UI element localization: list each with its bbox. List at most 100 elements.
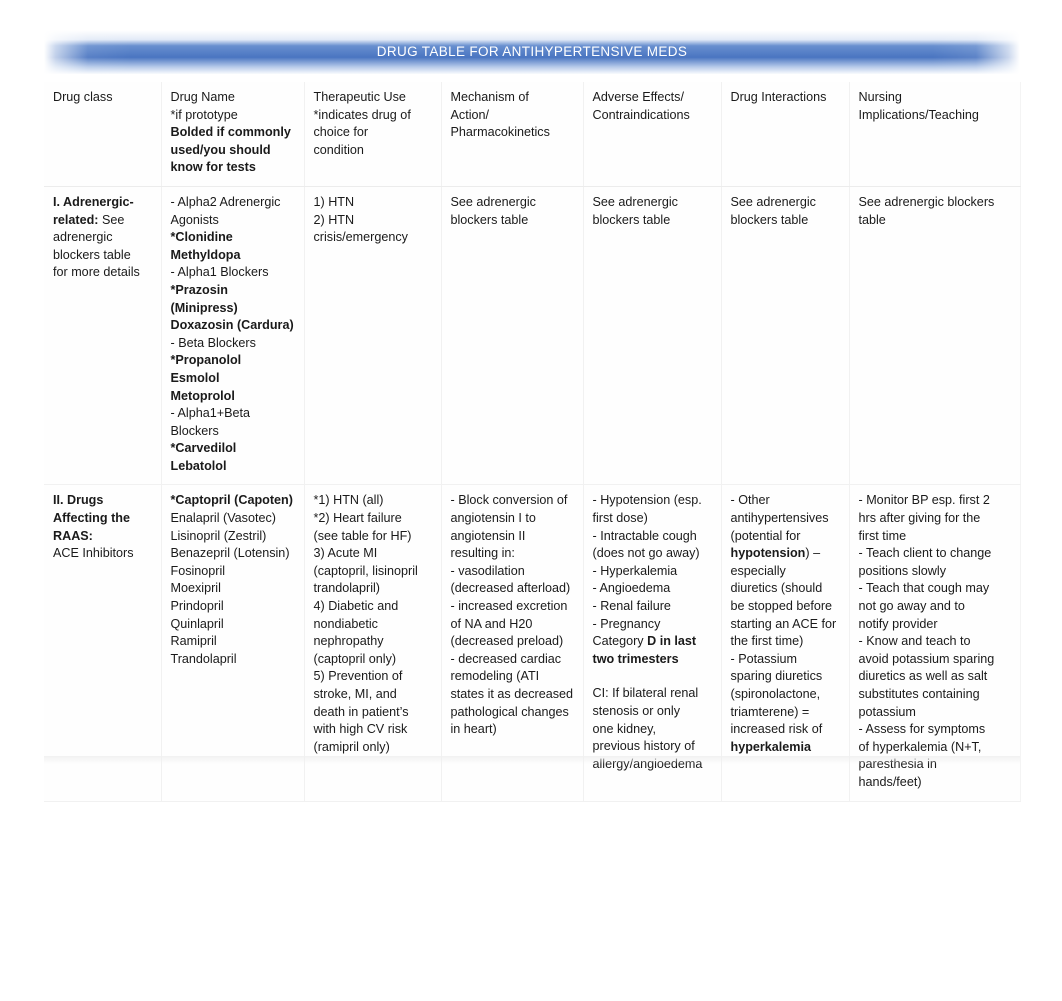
cell-text-line: increased risk of (730, 722, 823, 737)
cell-text-line: in heart) (450, 722, 497, 737)
cell-text-line: Ramipril (170, 634, 217, 649)
cell-text-line: previous history of (592, 739, 695, 754)
table-row: II. Drugs Affecting the RAAS: ACE Inhibitor… (44, 484, 1021, 802)
column-header-drug-interactions: Drug Interactions (721, 82, 850, 187)
cell-text-line: of hyperkalemia (N+T, (858, 739, 982, 754)
cell-text-line: - Angioedema (592, 581, 671, 596)
cell-text-line: blockers table (730, 212, 809, 227)
cell-text-line: of NA and H20 (450, 616, 533, 631)
cell-text-line: Quinlapril (170, 616, 224, 631)
cell-text-line: especially (730, 563, 786, 578)
cell-raas-drugs: *Captopril (Capoten) Enalapril (Vasotec) L… (161, 484, 305, 802)
cell-text-line: I. Adrenergic- (53, 194, 134, 209)
column-header-therapeutic-use: Therapeutic Use *indicates drug of choice … (304, 82, 442, 187)
cell-text-line: Drug Interactions (730, 90, 827, 104)
cell-raas-moa: - Block conversion of angiotensin I to ang… (441, 484, 584, 802)
cell-text-line: ACE Inhibitors (53, 546, 134, 561)
cell-text-line: Adverse Effects/ (592, 90, 684, 104)
cell-text-line: Moexipril (170, 581, 221, 596)
cell-raas-class: II. Drugs Affecting the RAAS: ACE Inhibitor… (44, 484, 162, 802)
cell-text-line: adrenergic (53, 230, 113, 245)
cell-text-line: (captopril, lisinopril (313, 563, 418, 578)
cell-text-line: one kidney, (592, 721, 656, 736)
cell-text-line: Trandolapril (170, 651, 237, 666)
cell-text-line: *if prototype (170, 107, 238, 122)
cell-adrenergic-use: 1) HTN 2) HTN crisis/emergency (304, 185, 442, 486)
cell-adrenergic-drugs: - Alpha2 Adrenergic Agonists *Clonidine Met… (161, 185, 305, 486)
cell-text-line: *2) Heart failure (313, 511, 402, 526)
column-header-adverse-effects: Adverse Effects/Contraindications (583, 82, 722, 187)
cell-text-line: - Assess for symptoms (858, 722, 986, 737)
cell-text-line: Implications/Teaching (858, 107, 979, 122)
cell-text-line: triamterene) = (730, 704, 810, 719)
cell-text-line: Drug class (53, 90, 113, 104)
cell-text-line: avoid potassium sparing (858, 651, 995, 666)
cell-text-line: death in patient’s (313, 704, 409, 719)
cell-text-line: substitutes containing (858, 687, 980, 701)
cell-text-line: - increased excretion (450, 599, 568, 614)
cell-text-line: Esmolol (170, 370, 220, 385)
cell-text-line: (captopril only) (313, 651, 397, 666)
cell-text-line: See adrenergic (592, 194, 678, 209)
cell-text-line: the first time) (730, 634, 804, 649)
cell-text-line: - Beta Blockers (170, 335, 256, 350)
document-banner: DRUG TABLE FOR ANTIHYPERTENSIVE MEDS (44, 30, 1020, 74)
cell-text-line: II. Drugs (53, 493, 104, 508)
cell-text-line: - vasodilation (450, 563, 525, 578)
cell-text-line: positions slowly (858, 563, 947, 578)
cell-text-line: Contraindications (592, 107, 690, 122)
cell-text-line: Metoprolol (170, 388, 235, 403)
cell-adrenergic-interactions: See adrenergic blockers table (721, 185, 850, 486)
cell-text-line: hrs after giving for the (858, 511, 981, 526)
cell-text-line: Pharmacokinetics (450, 125, 550, 140)
document-page: DRUG TABLE FOR ANTIHYPERTENSIVE MEDS Dru… (0, 0, 1062, 1001)
cell-text-line: - Alpha2 Adrenergic (170, 194, 281, 209)
cell-text-line: *Prazosin (Minipress) (170, 282, 238, 315)
column-header-drug-name: Drug Name *if prototype Bolded if commonly… (161, 82, 305, 187)
cell-text-line: nondiabetic (313, 616, 378, 631)
table-bottom-edge (44, 756, 1020, 764)
cell-text-run: See (98, 212, 125, 227)
cell-adrenergic-adverse: See adrenergic blockers table (583, 185, 722, 486)
cell-text-line: - Hypotension (esp. (592, 493, 702, 508)
cell-text-line: diuretics as well as salt (858, 669, 988, 684)
cell-text-line: Blockers (170, 423, 219, 438)
cell-text-run: related: (53, 212, 99, 227)
table-row: I. Adrenergic-related: See adrenergic bloc… (44, 185, 1021, 486)
cell-text-line: know for tests (170, 160, 256, 175)
cell-text-line: - Renal failure (592, 599, 671, 614)
cell-text-line: *Carvedilol (170, 441, 237, 456)
cell-text-line: table (858, 212, 886, 227)
cell-text-line: hands/feet) (858, 774, 922, 789)
cell-text-line: remodeling (ATI (450, 669, 540, 684)
cell-text-line: related: See (53, 212, 152, 230)
cell-text-line: - Block conversion of (450, 493, 568, 508)
cell-text-line: antihypertensives (730, 511, 829, 526)
cell-text-line: (see table for HF) (313, 528, 412, 543)
cell-text-line: starting an ACE for (730, 616, 837, 631)
cell-text-line: - decreased cardiac (450, 651, 562, 666)
cell-text-line: hypotension) – (731, 545, 840, 563)
cell-text-line: 4) Diabetic and (313, 599, 399, 614)
cell-text-line: See adrenergic (730, 194, 816, 209)
cell-text-line: *Propanolol (170, 353, 242, 368)
cell-text-line: CI: If bilateral renal (592, 686, 699, 701)
cell-text-line: Nursing (858, 90, 902, 104)
cell-text-line: not go away and to (858, 599, 965, 614)
cell-text-line: See adrenergic (450, 194, 536, 209)
cell-text-run: hypotension (730, 546, 806, 561)
cell-text-line: angiotensin II (450, 528, 526, 543)
cell-text-line: Prindopril (170, 599, 224, 614)
cell-text-line: with high CV risk (313, 722, 408, 737)
cell-text-line: first time (858, 528, 907, 543)
cell-text-line: (decreased preload) (450, 634, 564, 649)
cell-text-line: hyperkalemia (730, 739, 812, 754)
column-header-drug-class: Drug class (44, 82, 162, 187)
cell-text-line: *indicates drug of (313, 107, 411, 122)
cell-text-line: blockers table (53, 247, 131, 262)
cell-text-line: *1) HTN (all) (313, 493, 384, 508)
cell-text-line: Bolded if commonly (170, 125, 291, 140)
column-header-nursing-implications: Nursing Implications/Teaching (849, 82, 1021, 187)
cell-text-line: first dose) (592, 511, 648, 526)
cell-raas-use: *1) HTN (all) *2) Heart failure (see table… (304, 484, 442, 802)
